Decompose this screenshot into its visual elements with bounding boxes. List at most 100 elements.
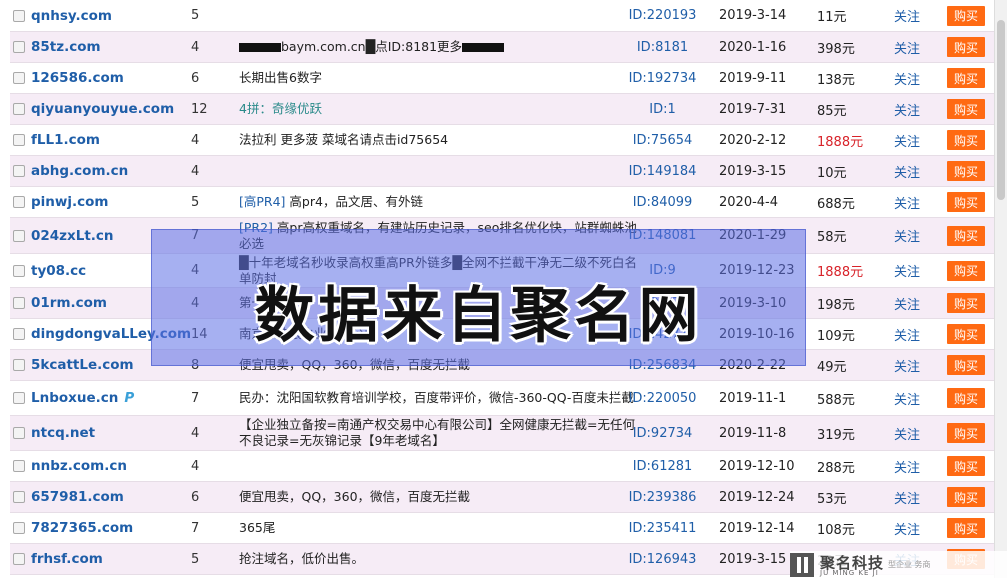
buy-button[interactable]: 购买 [947,99,985,119]
brand-subtitle: JU MING KE JI [820,569,879,577]
listing-date: 2019-11-8 [719,425,787,441]
follow-link[interactable]: 关注 [894,94,934,124]
seller-id-link[interactable]: ID:8181 [610,32,715,62]
row-checkbox[interactable] [13,103,25,115]
follow-link[interactable]: 关注 [894,381,934,415]
row-checkbox[interactable] [13,359,25,371]
row-checkbox[interactable] [13,553,25,565]
domain-link[interactable]: Lnboxue.cn P [31,381,199,415]
domain-link[interactable]: 85tz.com [31,32,199,62]
follow-link[interactable]: 关注 [894,513,934,543]
follow-link[interactable]: 关注 [894,288,934,318]
buy-button[interactable]: 购买 [947,388,985,408]
domain-link[interactable]: 126586.com [31,63,199,93]
seller-id-link[interactable]: ID:75654 [610,125,715,155]
row-checkbox[interactable] [13,229,25,242]
domain-link[interactable]: fLL1.com [31,125,199,155]
domain-description: 4拼：奇缘优跃 [239,94,645,124]
buy-button[interactable]: 购买 [947,68,985,88]
follow-link[interactable]: 关注 [894,451,934,481]
domain-link[interactable]: 7827365.com [31,513,199,543]
seller-id-link[interactable]: ID:61281 [610,451,715,481]
row-checkbox[interactable] [13,460,25,472]
table-row: 7827365.com 7 365尾 ID:235411 2019-12-14 108元 关… [10,513,994,544]
masked-text [239,43,281,52]
row-checkbox[interactable] [13,134,25,146]
row-checkbox[interactable] [13,427,25,439]
seller-id-link[interactable]: ID:92734 [610,416,715,450]
buy-button[interactable]: 购买 [947,487,985,507]
domain-length: 5 [191,194,200,210]
domain-link[interactable]: qiyuanyouyue.com [31,94,199,124]
row-checkbox[interactable] [13,522,25,534]
domain-name: 01rm.com [31,295,107,311]
row-checkbox[interactable] [13,165,25,177]
buy-button[interactable]: 购买 [947,355,985,375]
row-checkbox[interactable] [13,328,25,340]
follow-link[interactable]: 关注 [894,218,934,253]
domain-link[interactable]: nnbz.com.cn [31,451,199,481]
table-row: fLL1.com 4 法拉利 更多菠 菜域名请点击id75654 ID:75654 20… [10,125,994,156]
buy-button[interactable]: 购买 [947,293,985,313]
row-checkbox[interactable] [13,491,25,503]
scrollbar-thumb[interactable] [997,20,1005,200]
buy-button[interactable]: 购买 [947,5,985,26]
seller-id-link[interactable]: ID:192734 [610,63,715,93]
price: 11元 [817,10,847,25]
seller-id-link[interactable]: ID:126943 [610,544,715,574]
row-checkbox[interactable] [13,9,25,22]
domain-link[interactable]: 657981.com [31,482,199,512]
follow-link[interactable]: 关注 [894,350,934,380]
follow-link[interactable]: 关注 [894,125,934,155]
follow-link[interactable]: 关注 [894,63,934,93]
follow-link[interactable]: 关注 [894,416,934,450]
seller-id-link[interactable]: ID:239386 [610,482,715,512]
seller-id-link[interactable]: ID:220193 [610,0,715,31]
buy-button[interactable]: 购买 [947,518,985,538]
scrollbar[interactable] [994,0,1007,578]
listing-date: 2019-12-24 [719,489,795,505]
buy-button[interactable]: 购买 [947,192,985,212]
follow-link[interactable]: 关注 [894,0,934,31]
domain-link[interactable]: pinwj.com [31,187,199,217]
buy-button[interactable]: 购买 [947,423,985,443]
buy-button[interactable]: 购买 [947,37,985,57]
buy-button[interactable]: 购买 [947,161,985,181]
follow-link[interactable]: 关注 [894,32,934,62]
buy-button[interactable]: 购买 [947,260,985,281]
follow-link[interactable]: 关注 [894,482,934,512]
buy-button[interactable]: 购买 [947,130,985,150]
buy-button[interactable]: 购买 [947,225,985,246]
domain-link[interactable]: frhsf.com [31,544,199,574]
row-checkbox[interactable] [13,41,25,53]
price: 198元 [817,297,855,313]
follow-link[interactable]: 关注 [894,319,934,349]
listing-date: 2020-1-16 [719,39,787,55]
seller-id-link[interactable]: ID:220050 [610,381,715,415]
price: 398元 [817,41,855,57]
follow-link[interactable]: 关注 [894,254,934,287]
row-checkbox[interactable] [13,392,25,404]
price: 1888元 [817,265,864,280]
table-row: 126586.com 6 长期出售6数字 ID:192734 2019-9-11 138元… [10,63,994,94]
row-checkbox[interactable] [13,196,25,208]
description-text: 365尾 [239,520,275,536]
follow-link[interactable]: 关注 [894,156,934,186]
domain-name: 7827365.com [31,520,134,536]
seller-id-link[interactable]: ID:1 [610,94,715,124]
domain-link[interactable]: abhg.com.cn [31,156,199,186]
seller-id-link[interactable]: ID:235411 [610,513,715,543]
description-text: [高PR4] 高pr4，品文居、有外链 [239,194,423,210]
buy-button[interactable]: 购买 [947,456,985,476]
domain-length: 4 [191,39,200,55]
seller-id-link[interactable]: ID:84099 [610,187,715,217]
domain-link[interactable]: ntcq.net [31,416,199,450]
buy-button[interactable]: 购买 [947,324,985,344]
seller-id-link[interactable]: ID:149184 [610,156,715,186]
brand-watermark: 聚名科技 JU MING KE JI 型企业 务商 [790,551,1007,578]
row-checkbox[interactable] [13,264,25,277]
row-checkbox[interactable] [13,72,25,84]
follow-link[interactable]: 关注 [894,187,934,217]
row-checkbox[interactable] [13,297,25,309]
domain-link[interactable]: qnhsy.com [31,0,199,31]
